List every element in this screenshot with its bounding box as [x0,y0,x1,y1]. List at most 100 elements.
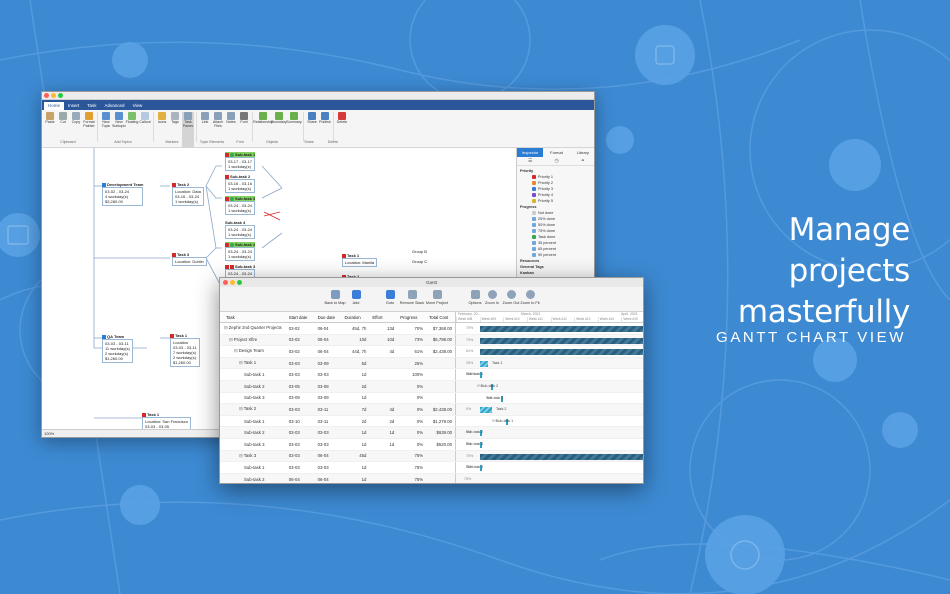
node-sub-task-3[interactable]: Sub-task 3 03-24 - 03-24 1 workday(s) [225,196,256,215]
cell-task[interactable]: ⊟ Design Team [220,348,286,354]
node-task-1-qa[interactable]: Task 1 Location 03-03 - 03-11 7 workday(… [170,333,200,367]
gantt-bar[interactable] [480,349,643,356]
table-row[interactable]: Sub-task 3 03-09 03-09 1d 0% [220,392,456,405]
node-sub-task-2[interactable]: Sub-task 2 03-16 - 03-16 1 workday(s) [225,174,256,193]
cell-progress: 0% [416,383,424,389]
tab-format[interactable]: Format [543,148,569,157]
table-row[interactable]: Sub-task 2 06-04 06-04 1d 75% [220,473,456,483]
cell-progress: 0% [416,406,424,412]
gantt-bar[interactable] [480,326,643,332]
add-button[interactable]: Add [341,290,371,305]
zoom-window-button[interactable] [237,280,242,285]
table-row[interactable]: Sub-task 2 03-03 03-03 1d 1d 0% $639.00 [220,427,456,439]
node-sub-task-2-b[interactable]: Sub-task 2 03-24 - 03-24 1 workday(s) [225,242,256,261]
cell-task[interactable]: Sub-task 3 [220,442,286,447]
gantt-bar[interactable] [480,407,492,414]
cell-task[interactable]: Sub-task 3 [220,395,286,400]
cell-due: 06-04 [317,348,329,354]
gantt-bar-label: Sub-task 3 [466,441,484,446]
close-window-button[interactable] [44,93,49,98]
gantt-timeline[interactable]: February, 20... March, 2021 April, 2021 … [456,312,643,483]
zoom-window-button[interactable] [58,93,63,98]
cell-task[interactable]: Sub-task 1 [220,372,286,377]
cell-start: 03-03 [288,441,300,447]
week-label: Week #09 [479,317,504,322]
tag-icon [171,112,179,120]
location-pin-icon [385,290,395,299]
tab-task[interactable]: Task [83,102,100,110]
gantt-bar-row: 75% [456,473,643,483]
table-row[interactable]: Sub-task 3 03-03 03-03 1d 1d 0% $520.00 [220,438,456,451]
separator [97,112,98,142]
ribbon-tabs: Home Insert Task Advanced View [42,100,594,110]
table-row[interactable]: Sub-task 2 03-05 03-08 2d 0% [220,380,456,393]
column-header-progress[interactable]: Progress [397,315,426,320]
table-row[interactable]: ⊟ Task 3 03-03 06-04 45d 75% [220,450,457,463]
table-row[interactable]: ⊟ Task 2 03-03 03-11 7d 4d 0% $2,438.00 [220,404,457,416]
cell-cost: $520.00 [426,438,456,450]
gantt-bar[interactable] [480,337,643,344]
share-icon [308,112,316,120]
cell-task[interactable]: Sub-task 2 [220,430,286,435]
tab-view[interactable]: View [129,102,147,110]
cell-task[interactable]: Sub-task 1 [220,419,286,424]
gantt-bar[interactable] [480,453,643,460]
table-row[interactable]: ⊟ Zephir 2nd Quarter Projects 03-02 06-04 4… [220,323,456,335]
tab-insert[interactable]: Insert [64,102,83,110]
cell-duration: 2d [361,383,367,389]
column-header-duration[interactable]: Duration [341,315,369,320]
node-qa-team[interactable]: QA Team 03-03 - 03-11 11 workday(s) 2 wo… [102,334,133,363]
close-window-button[interactable] [223,280,228,285]
move-project-button[interactable]: Move Project [422,290,452,305]
node-sub-task-1[interactable]: Sub-task 1 03-17 - 03-17 1 workday(s) [225,152,256,171]
clock-icon[interactable]: ◷ [554,158,558,164]
tab-library[interactable]: Library [570,148,594,157]
cell-effort: 1d [389,441,395,447]
table-header-row: Task Start date Due date Duration Effort… [220,312,457,323]
node-task-3[interactable]: Task 3 Location: Dublin [172,252,207,266]
progress-icon [532,247,536,251]
share-network-icon[interactable]: ⚭ [581,158,585,164]
cell-duration: 1d [361,372,367,378]
table-row[interactable]: Sub-task 1 03-10 03-11 2d 2d 0% $1,279.00 [220,415,456,428]
panes-icon [184,112,192,120]
node-group-b[interactable]: Group B [412,249,427,254]
node-development-team[interactable]: Development Team 03-02 - 03-24 4 workday… [102,182,144,206]
column-header-task[interactable]: Task [220,315,286,320]
cell-task[interactable]: ⊟ Task 2 [220,406,286,412]
week-label: Week #14 [597,317,622,322]
cell-task[interactable]: ⊟ Task 3 [220,453,286,459]
minimize-window-button[interactable] [51,93,56,98]
subline: GANTT CHART VIEW [716,329,906,346]
cell-task[interactable]: ⊟ Task 1 [220,360,286,366]
tab-inspector[interactable]: Inspector [517,148,544,157]
cell-task[interactable]: Sub-task 2 [220,384,286,389]
tab-home[interactable]: Home [44,102,65,110]
column-header-effort[interactable]: Effort [369,315,397,320]
column-header-start-date[interactable]: Start date [286,315,315,320]
cell-task[interactable]: Sub-task 1 [220,465,286,470]
cell-task[interactable]: ⊟ Project Xfire [220,337,286,343]
column-header-total-cost[interactable]: Total Cost [426,312,457,322]
cell-task[interactable]: ⊟ Zephir 2nd Quarter Projects [220,325,286,331]
tab-advanced[interactable]: Advanced [101,102,129,110]
node-group-c[interactable]: Group C [412,259,427,264]
table-row[interactable]: Sub-task 1 03-03 03-03 1d 100% [220,369,456,381]
table-row[interactable]: ⊟ Project Xfire 03-02 05-04 10d 10d 73% $5,798… [220,334,456,347]
table-row[interactable]: ⊟ Task 1 03-03 03-09 5d 25% [220,357,457,370]
marker-group[interactable]: Kanban [520,270,593,276]
list-icon[interactable]: ☰ [528,158,532,164]
minimize-window-button[interactable] [230,280,235,285]
gantt-toolbar: Back to Map Add Goto Remove Slack Move P… [220,287,643,312]
cell-cost [426,369,456,380]
node-sub-task-4[interactable]: Sub-task 4 03-24 - 03-24 1 workday(s) [225,220,256,239]
zoom-select[interactable]: 100% [44,431,54,436]
node-task-2[interactable]: Task 2 Location: Data 03-16 - 03-24 1 wo… [172,182,204,206]
gantt-bar[interactable] [480,360,488,367]
column-header-due-date[interactable]: Due date [315,315,342,320]
node-task-1-manila[interactable]: Task 1 Location: Manila [342,253,378,267]
table-row[interactable]: ⊟ Design Team 03-02 06-04 44d, 7h 4d 61% $2,43… [220,346,456,358]
zoom-to-fit-button[interactable]: Zoom to Fit [515,290,545,305]
table-row[interactable]: Sub-task 1 03-03 03-03 1d 75% [220,462,456,474]
cell-task[interactable]: Sub-task 2 [220,477,286,482]
